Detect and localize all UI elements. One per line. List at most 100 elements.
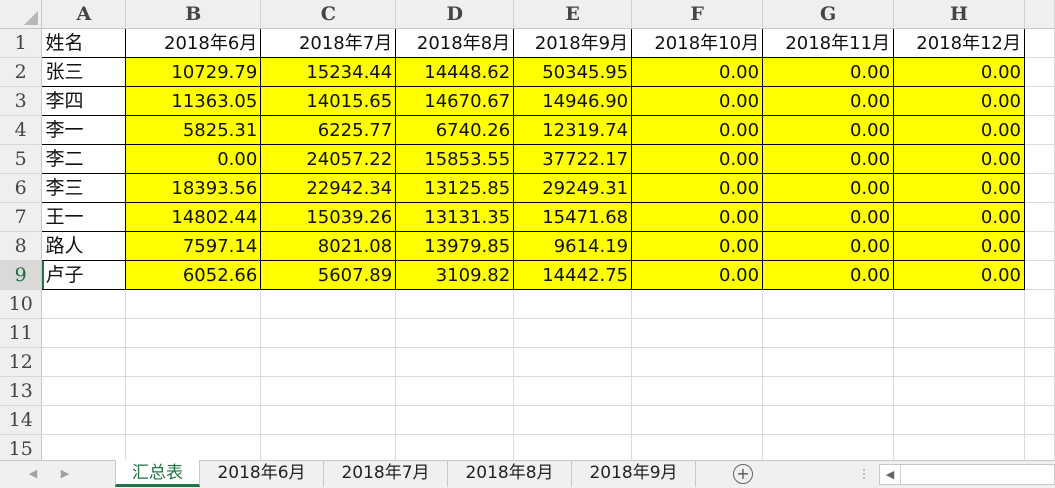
empty-cell[interactable] — [1024, 115, 1055, 145]
value-cell[interactable]: 0.00 — [631, 173, 764, 203]
value-cell[interactable]: 6225.77 — [260, 115, 397, 145]
value-cell[interactable]: 0.00 — [762, 86, 895, 116]
value-cell[interactable]: 24057.22 — [260, 144, 397, 174]
value-cell[interactable]: 15471.68 — [513, 202, 633, 232]
empty-cell[interactable] — [1024, 144, 1055, 174]
row-header[interactable]: 10 — [0, 289, 43, 319]
select-all-corner[interactable] — [0, 0, 43, 29]
value-cell[interactable]: 14015.65 — [260, 86, 397, 116]
value-cell[interactable]: 0.00 — [631, 231, 764, 261]
value-cell[interactable] — [631, 405, 764, 435]
value-cell[interactable]: 0.00 — [125, 144, 262, 174]
value-cell[interactable] — [893, 376, 1025, 406]
name-cell[interactable]: 姓名 — [41, 28, 127, 58]
value-cell[interactable]: 8021.08 — [260, 231, 397, 261]
empty-cell[interactable] — [1024, 202, 1055, 232]
value-cell[interactable] — [893, 405, 1025, 435]
empty-cell[interactable] — [1024, 28, 1055, 58]
name-cell[interactable] — [41, 405, 127, 435]
prev-sheet-button[interactable]: ◀ — [24, 465, 42, 483]
value-cell[interactable] — [395, 347, 515, 377]
row-header[interactable]: 9 — [0, 260, 43, 290]
value-cell[interactable] — [260, 318, 397, 348]
value-cell[interactable]: 37722.17 — [513, 144, 633, 174]
value-cell[interactable]: 2018年9月 — [513, 28, 633, 58]
name-cell[interactable]: 李二 — [41, 144, 127, 174]
value-cell[interactable] — [513, 405, 633, 435]
value-cell[interactable] — [125, 289, 262, 319]
value-cell[interactable] — [513, 289, 633, 319]
empty-cell[interactable] — [1024, 173, 1055, 203]
tab-2018-08[interactable]: 2018年8月 — [448, 460, 572, 487]
value-cell[interactable] — [260, 289, 397, 319]
name-cell[interactable]: 李三 — [41, 173, 127, 203]
column-header-f[interactable]: F — [631, 0, 764, 29]
value-cell[interactable]: 0.00 — [762, 202, 895, 232]
row-header[interactable]: 14 — [0, 405, 43, 435]
value-cell[interactable]: 0.00 — [893, 173, 1025, 203]
value-cell[interactable]: 0.00 — [762, 260, 895, 290]
value-cell[interactable]: 2018年7月 — [260, 28, 397, 58]
row-header[interactable]: 11 — [0, 318, 43, 348]
value-cell[interactable]: 15853.55 — [395, 144, 515, 174]
empty-cell[interactable] — [1024, 434, 1055, 460]
value-cell[interactable]: 6740.26 — [395, 115, 515, 145]
column-header-g[interactable]: G — [762, 0, 895, 29]
value-cell[interactable] — [395, 405, 515, 435]
value-cell[interactable]: 50345.95 — [513, 57, 633, 87]
value-cell[interactable]: 29249.31 — [513, 173, 633, 203]
name-cell[interactable] — [41, 434, 127, 460]
tab-summary[interactable]: 汇总表 — [115, 460, 200, 487]
value-cell[interactable]: 0.00 — [893, 260, 1025, 290]
value-cell[interactable] — [513, 376, 633, 406]
value-cell[interactable]: 9614.19 — [513, 231, 633, 261]
name-cell[interactable]: 李四 — [41, 86, 127, 116]
name-cell[interactable]: 张三 — [41, 57, 127, 87]
value-cell[interactable]: 14946.90 — [513, 86, 633, 116]
value-cell[interactable] — [631, 289, 764, 319]
column-header-c[interactable]: C — [260, 0, 397, 29]
value-cell[interactable]: 12319.74 — [513, 115, 633, 145]
value-cell[interactable] — [762, 376, 895, 406]
value-cell[interactable]: 0.00 — [631, 260, 764, 290]
empty-cell[interactable] — [1024, 86, 1055, 116]
value-cell[interactable] — [631, 376, 764, 406]
value-cell[interactable]: 0.00 — [893, 115, 1025, 145]
row-header[interactable]: 7 — [0, 202, 43, 232]
column-header-b[interactable]: B — [125, 0, 262, 29]
value-cell[interactable]: 15234.44 — [260, 57, 397, 87]
value-cell[interactable] — [395, 376, 515, 406]
value-cell[interactable]: 0.00 — [762, 57, 895, 87]
empty-cell[interactable] — [1024, 231, 1055, 261]
empty-cell[interactable] — [1024, 405, 1055, 435]
empty-cell[interactable] — [1024, 347, 1055, 377]
value-cell[interactable]: 18393.56 — [125, 173, 262, 203]
value-cell[interactable]: 2018年6月 — [125, 28, 262, 58]
value-cell[interactable] — [125, 405, 262, 435]
value-cell[interactable]: 0.00 — [893, 57, 1025, 87]
value-cell[interactable]: 0.00 — [893, 231, 1025, 261]
column-header-h[interactable]: H — [893, 0, 1025, 29]
value-cell[interactable] — [893, 434, 1025, 460]
value-cell[interactable]: 22942.34 — [260, 173, 397, 203]
value-cell[interactable]: 15039.26 — [260, 202, 397, 232]
value-cell[interactable]: 0.00 — [893, 202, 1025, 232]
value-cell[interactable] — [260, 434, 397, 460]
name-cell[interactable]: 路人 — [41, 231, 127, 261]
value-cell[interactable]: 0.00 — [762, 144, 895, 174]
value-cell[interactable] — [125, 434, 262, 460]
value-cell[interactable] — [513, 318, 633, 348]
value-cell[interactable]: 10729.79 — [125, 57, 262, 87]
value-cell[interactable] — [762, 289, 895, 319]
row-header[interactable]: 15 — [0, 434, 43, 460]
value-cell[interactable]: 0.00 — [631, 86, 764, 116]
row-header[interactable]: 2 — [0, 57, 43, 87]
column-header-d[interactable]: D — [395, 0, 515, 29]
value-cell[interactable]: 2018年10月 — [631, 28, 764, 58]
scrollbar-thumb[interactable] — [901, 467, 1051, 481]
row-header[interactable]: 3 — [0, 86, 43, 116]
column-header-a[interactable]: A — [41, 0, 127, 29]
value-cell[interactable] — [631, 318, 764, 348]
row-header[interactable]: 6 — [0, 173, 43, 203]
value-cell[interactable] — [513, 347, 633, 377]
